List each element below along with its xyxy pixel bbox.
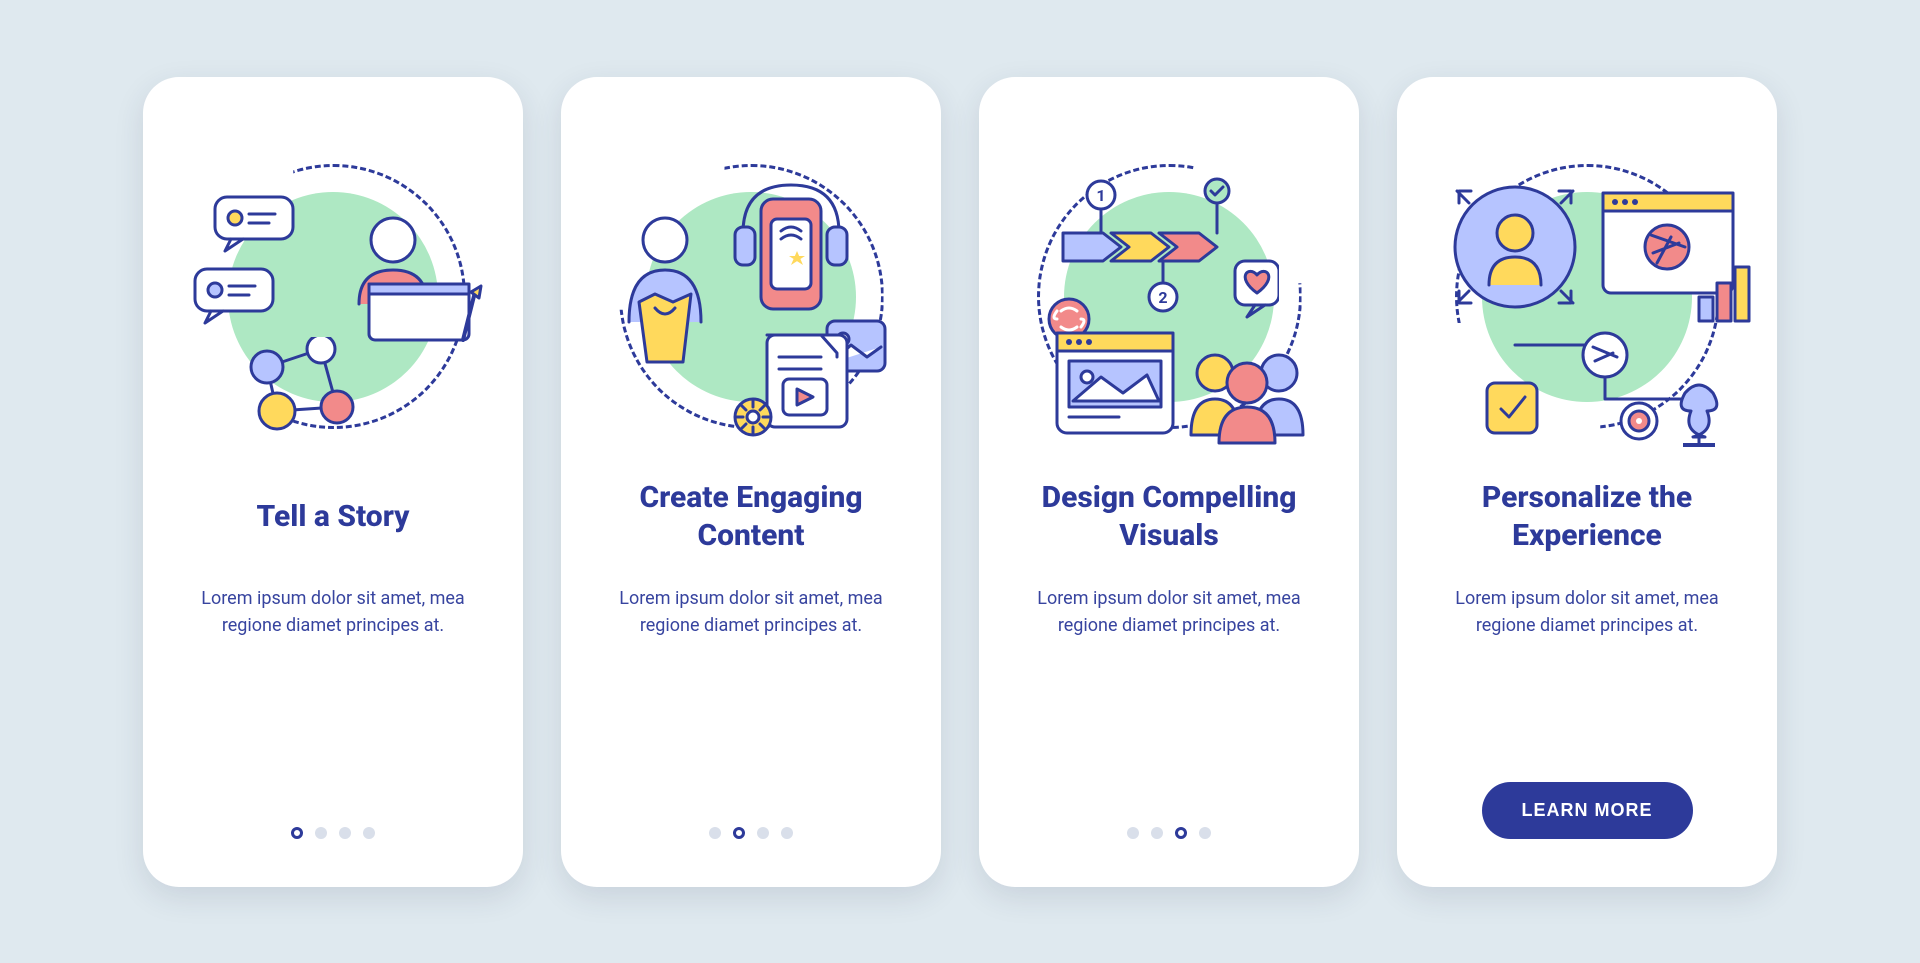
svg-text:1: 1 [1096, 186, 1105, 205]
card-description: Lorem ipsum dolor sit amet, mea regione … [181, 585, 485, 639]
illustration [611, 157, 891, 437]
person-laptop-icon [323, 212, 483, 352]
card-description: Lorem ipsum dolor sit amet, mea regione … [1435, 585, 1739, 639]
page-dot[interactable] [315, 827, 327, 839]
page-dot[interactable] [733, 827, 745, 839]
page-dot[interactable] [709, 827, 721, 839]
card-title: Design Compelling Visuals [1017, 477, 1321, 557]
user-target-icon [1445, 177, 1585, 317]
learn-more-button[interactable]: LEARN MORE [1482, 782, 1693, 839]
illustration [1447, 157, 1727, 437]
onboarding-card: Personalize the Experience Lorem ipsum d… [1397, 77, 1777, 887]
onboarding-card: 1 2 [979, 77, 1359, 887]
onboarding-card: Tell a Story Lorem ipsum dolor sit amet,… [143, 77, 523, 887]
page-dot[interactable] [1127, 827, 1139, 839]
video-window-icon [1597, 187, 1757, 337]
page-dot[interactable] [1151, 827, 1163, 839]
card-description: Lorem ipsum dolor sit amet, mea regione … [1017, 585, 1321, 639]
page-dot[interactable] [363, 827, 375, 839]
card-title: Tell a Story [249, 477, 418, 557]
media-files-icon [721, 317, 891, 447]
page-dot[interactable] [757, 827, 769, 839]
shopper-icon [605, 212, 725, 372]
illustration: 1 2 [1029, 157, 1309, 437]
page-dot[interactable] [781, 827, 793, 839]
page-dot[interactable] [1199, 827, 1211, 839]
page-dot[interactable] [1175, 827, 1187, 839]
chat-bubble-icon [193, 267, 275, 325]
card-title: Personalize the Experience [1435, 477, 1739, 557]
chat-bubble-icon [213, 195, 295, 253]
card-description: Lorem ipsum dolor sit amet, mea regione … [599, 585, 903, 639]
strategy-map-icon [1477, 327, 1737, 447]
illustration [193, 157, 473, 437]
onboarding-row: Tell a Story Lorem ipsum dolor sit amet,… [143, 77, 1777, 887]
network-icon [233, 337, 393, 437]
card-title: Create Engaging Content [599, 477, 903, 557]
page-indicator [709, 827, 793, 839]
people-group-icon [1179, 317, 1319, 447]
page-indicator [291, 827, 375, 839]
page-dot[interactable] [339, 827, 351, 839]
page-indicator [1127, 827, 1211, 839]
page-dot[interactable] [291, 827, 303, 839]
headphones-phone-icon [731, 177, 851, 327]
onboarding-card: Create Engaging Content Lorem ipsum dolo… [561, 77, 941, 887]
image-card-icon [1039, 297, 1179, 437]
